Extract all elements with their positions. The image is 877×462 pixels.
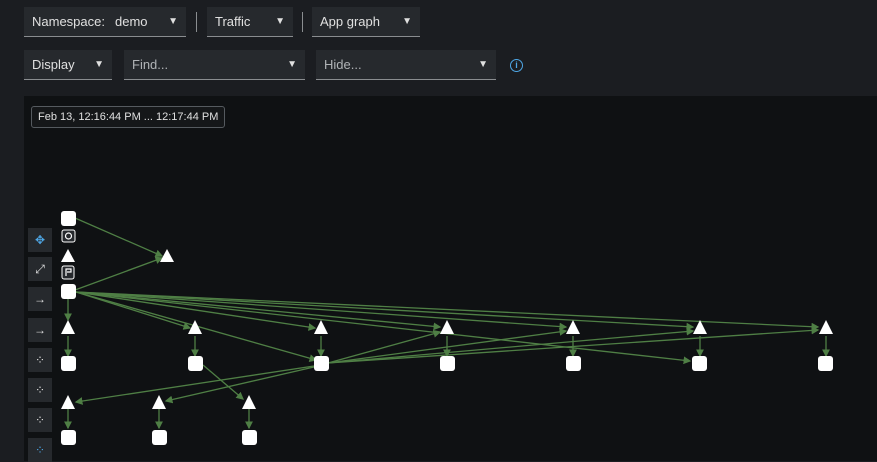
workload-node <box>188 356 203 371</box>
app-node <box>440 320 454 334</box>
app-node <box>242 395 256 409</box>
workload-node <box>818 356 833 371</box>
workload-node <box>61 356 76 371</box>
time-range-badge: Feb 13, 12:16:44 PM ... 12:17:44 PM <box>31 106 226 128</box>
workload-node <box>440 356 455 371</box>
workload-node <box>242 430 257 445</box>
graph-layout-icon[interactable]: ✥ <box>28 228 52 252</box>
workload-node <box>152 430 167 445</box>
workload-node <box>692 356 707 371</box>
app-node <box>314 320 328 334</box>
app-node <box>819 320 833 334</box>
app-node <box>61 320 75 334</box>
layout-2-icon[interactable]: ⁘ <box>28 408 52 432</box>
service-badge-icon <box>61 229 76 243</box>
zoom-fit-icon[interactable]: ⤢ <box>28 257 52 281</box>
workload-node <box>61 211 76 226</box>
zoom-out-icon[interactable]: → <box>28 318 52 342</box>
layout-default-icon[interactable]: ⁘ <box>28 348 52 372</box>
service-graph[interactable] <box>0 0 877 461</box>
zoom-in-icon[interactable]: → <box>28 287 52 311</box>
app-node <box>61 249 75 262</box>
graph-nodes[interactable] <box>61 211 833 445</box>
workload-node <box>61 284 76 299</box>
app-node <box>61 395 75 409</box>
workload-node <box>314 356 329 371</box>
workload-node <box>566 356 581 371</box>
app-node <box>566 320 580 334</box>
layout-1-icon[interactable]: ⁘ <box>28 378 52 402</box>
layout-3-icon[interactable]: ⁘ <box>28 438 52 462</box>
workload-node <box>61 430 76 445</box>
app-node <box>152 395 166 409</box>
